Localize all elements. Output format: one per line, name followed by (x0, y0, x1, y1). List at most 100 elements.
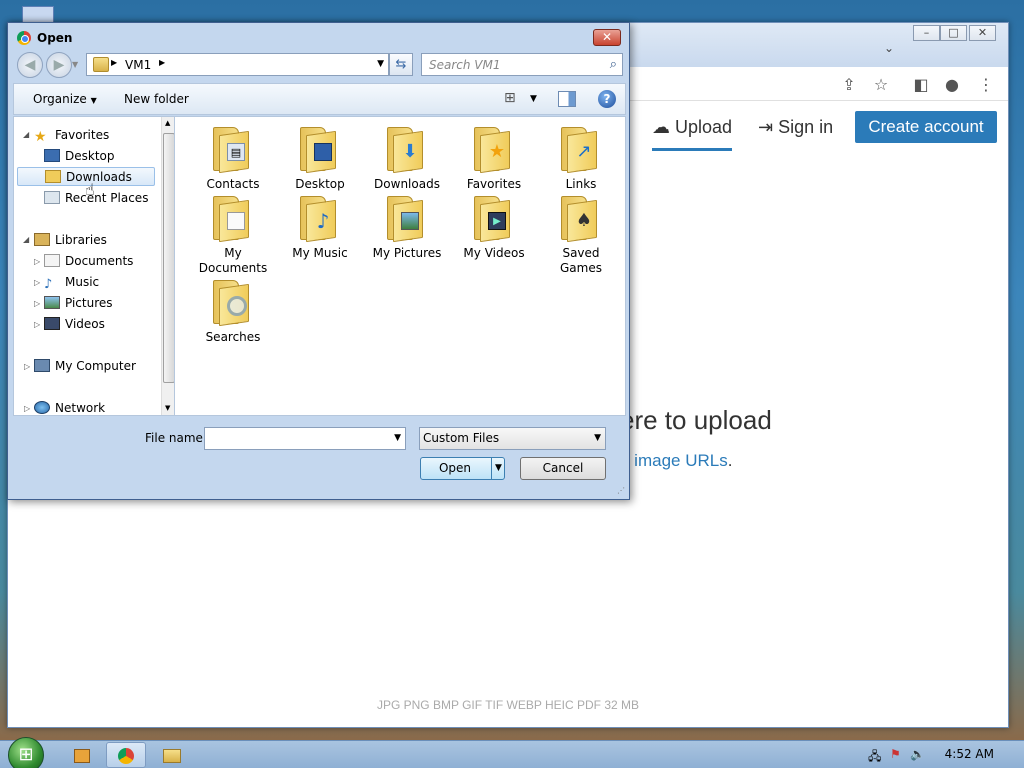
share-icon[interactable]: ⇪ (839, 75, 859, 94)
open-button[interactable]: Open ▼ (420, 457, 505, 480)
nav-desktop-label: Desktop (65, 149, 115, 163)
resize-grip-icon[interactable]: ⋰ (617, 486, 625, 495)
media-player-taskbar-icon[interactable] (62, 742, 102, 768)
back-arrow-icon[interactable]: ◀ (17, 52, 43, 78)
new-folder-button[interactable]: New folder (124, 92, 189, 106)
minimize-button[interactable]: – (913, 25, 940, 41)
nav-network[interactable]: Network (34, 399, 105, 418)
refresh-button[interactable]: ⇆ (389, 53, 413, 76)
nav-upload-link[interactable]: ☁ Upload (652, 113, 733, 151)
recent-locations-chevron-icon[interactable]: ▼ (72, 60, 78, 69)
expand-triangle-icon[interactable]: ▷ (24, 362, 30, 371)
menu-kebab-icon[interactable]: ⋮ (976, 75, 996, 94)
expand-triangle-icon[interactable]: ▷ (34, 257, 40, 266)
nav-computer-label: My Computer (55, 359, 136, 373)
maximize-button[interactable]: □ (940, 25, 967, 41)
volume-icon[interactable]: 🔈 (910, 747, 925, 761)
scroll-down-icon[interactable]: ▼ (165, 404, 170, 412)
search-icon[interactable]: ⌕ (610, 57, 617, 72)
nav-my-computer[interactable]: My Computer (34, 357, 136, 376)
nav-recent-places[interactable]: Recent Places (44, 189, 148, 208)
collapse-triangle-icon[interactable]: ◢ (23, 130, 29, 139)
breadcrumb-vm1[interactable]: VM1 (125, 58, 151, 72)
expand-triangle-icon[interactable]: ▷ (34, 320, 40, 329)
organize-menu[interactable]: Organize ▼ (33, 92, 97, 106)
cancel-button[interactable]: Cancel (520, 457, 606, 480)
expand-triangle-icon[interactable]: ▷ (34, 299, 40, 308)
file-name-dropdown-icon[interactable]: ▼ (394, 433, 401, 443)
profile-avatar-icon[interactable]: ● (942, 75, 962, 94)
nav-pictures[interactable]: Pictures (44, 294, 113, 313)
expand-triangle-icon[interactable]: ▷ (24, 404, 30, 413)
nav-favorites[interactable]: ★ Favorites (34, 126, 109, 145)
folder-label: Downloads (374, 177, 440, 191)
nav-signin-link[interactable]: ⇥ Sign in (758, 113, 833, 142)
nav-libraries-label: Libraries (55, 233, 107, 247)
folder-my-documents[interactable]: My Documents (190, 196, 276, 276)
nav-libraries[interactable]: Libraries (34, 231, 107, 250)
bookmark-star-icon[interactable]: ☆ (871, 75, 891, 94)
address-bar[interactable]: ▶ VM1 ▶ ▼ (86, 53, 389, 76)
help-icon[interactable]: ? (598, 90, 616, 108)
folder-contacts[interactable]: ▤ Contacts (190, 127, 276, 192)
action-center-icon[interactable]: ⚑ (890, 747, 901, 761)
file-name-input[interactable]: ▼ (204, 427, 406, 450)
nav-documents-label: Documents (65, 254, 134, 268)
folder-label-line2: Games (560, 261, 602, 275)
network-globe-icon (34, 401, 50, 414)
nav-recent-label: Recent Places (65, 191, 149, 205)
create-account-button[interactable]: Create account (855, 111, 997, 143)
view-dropdown-icon[interactable]: ▼ (530, 94, 537, 104)
folder-label: My Pictures (372, 246, 442, 260)
image-urls-link[interactable]: d image URLs (620, 451, 728, 470)
folder-my-videos[interactable]: ▶ My Videos (451, 196, 537, 261)
start-button[interactable]: ⊞ (8, 737, 44, 768)
folder-my-pictures[interactable]: My Pictures (364, 196, 450, 261)
videos-film-icon (44, 317, 60, 330)
dialog-close-button[interactable]: ✕ (593, 29, 621, 46)
desktop-icon (44, 149, 60, 162)
folder-desktop[interactable]: Desktop (277, 127, 363, 192)
address-dropdown-icon[interactable]: ▼ (377, 59, 384, 69)
open-split-dropdown-icon[interactable]: ▼ (491, 458, 505, 479)
breadcrumb-separator-icon[interactable]: ▶ (159, 58, 165, 67)
clock[interactable]: 4:52 AM (945, 747, 994, 761)
change-view-icon[interactable]: ⊞ (504, 90, 522, 108)
chrome-app-icon (17, 31, 31, 45)
breadcrumb-separator-icon[interactable]: ▶ (111, 58, 117, 67)
folder-searches[interactable]: Searches (190, 280, 276, 345)
nav-music[interactable]: ♪ Music (44, 273, 99, 292)
network-tray-icon[interactable]: 🖧 (868, 747, 881, 768)
explorer-taskbar-icon[interactable] (152, 742, 192, 768)
close-window-button[interactable]: ✕ (969, 25, 996, 41)
dialog-title: Open (37, 31, 73, 45)
nav-signin-label: Sign in (778, 117, 834, 137)
folder-label: Desktop (295, 177, 345, 191)
folder-my-music[interactable]: ♪ My Music (277, 196, 363, 261)
folder-links[interactable]: ↗ Links (538, 127, 624, 192)
side-panel-icon[interactable]: ◧ (911, 75, 931, 94)
nav-favorites-label: Favorites (55, 128, 110, 142)
tab-list-chevron-icon[interactable]: ⌄ (884, 41, 894, 55)
open-label: Open (438, 461, 472, 475)
nav-videos[interactable]: Videos (44, 315, 105, 334)
expand-triangle-icon[interactable]: ▷ (34, 278, 40, 287)
nav-desktop[interactable]: Desktop (44, 147, 115, 166)
drop-area-title: ere to upload (620, 405, 772, 435)
system-tray: 🖧 ⚑ 🔈 4:52 AM (854, 741, 1024, 768)
folder-saved-games[interactable]: ♠ Saved Games (538, 196, 624, 276)
forward-arrow-icon[interactable]: ▶ (46, 52, 72, 78)
scroll-up-icon[interactable]: ▲ (165, 119, 170, 127)
file-name-label: File name: (145, 431, 207, 445)
nav-documents[interactable]: Documents (44, 252, 133, 271)
file-type-select[interactable]: Custom Files ▼ (419, 427, 606, 450)
downloads-folder-icon (45, 170, 61, 183)
chrome-taskbar-icon[interactable] (106, 742, 146, 768)
folder-downloads[interactable]: ⬇ Downloads (364, 127, 450, 192)
collapse-triangle-icon[interactable]: ◢ (23, 235, 29, 244)
preview-pane-icon[interactable] (558, 91, 576, 107)
folder-label: My Videos (463, 246, 525, 260)
navpane-scrollbar[interactable]: ▲ ▼ (161, 117, 175, 415)
folder-favorites[interactable]: ★ Favorites (451, 127, 537, 192)
search-input[interactable]: Search VM1 ⌕ (421, 53, 623, 76)
